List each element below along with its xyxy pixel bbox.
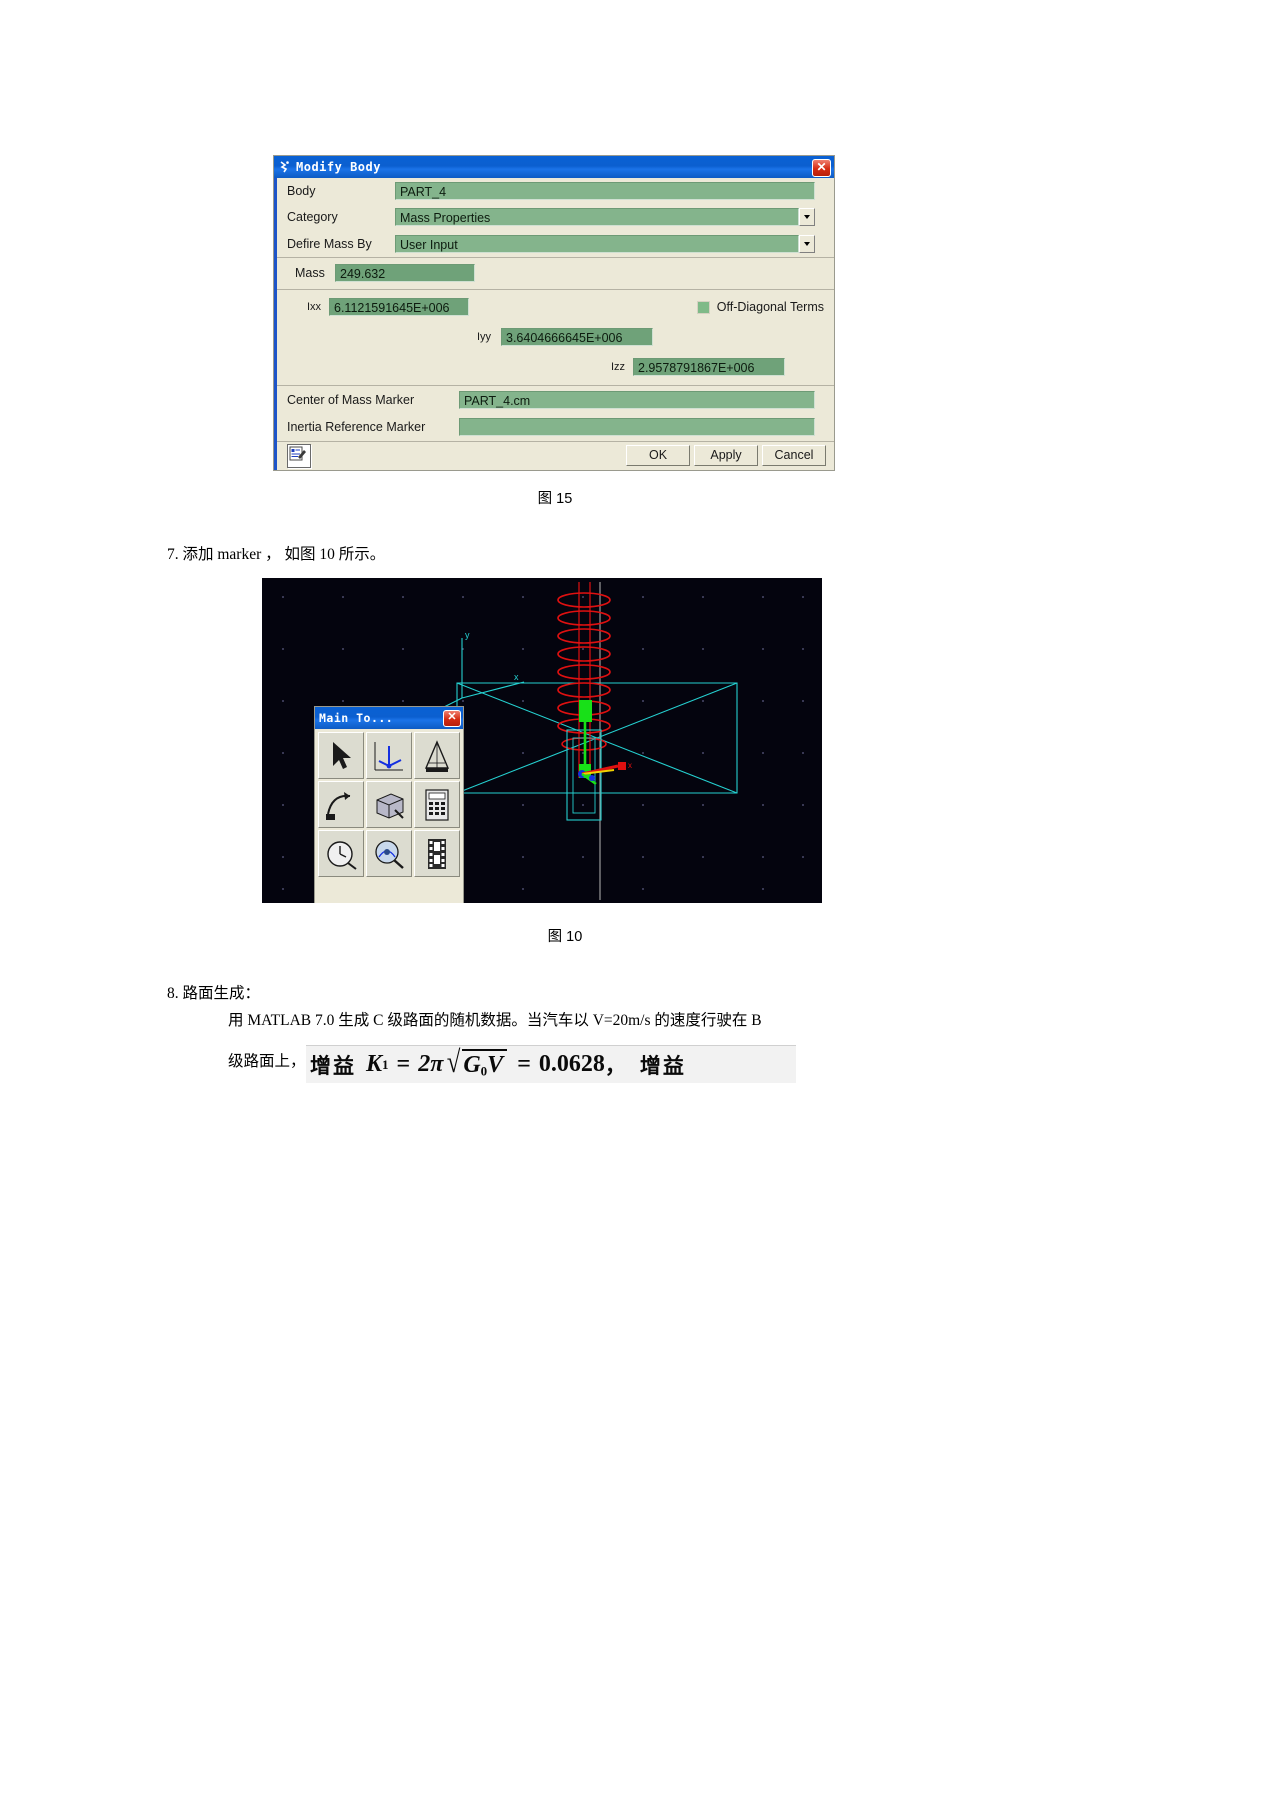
svg-text:x: x — [514, 672, 519, 682]
ok-button[interactable]: OK — [626, 445, 690, 466]
category-select-value[interactable]: Mass Properties — [395, 208, 799, 226]
main-toolbox-palette: Main To... ✕ — [314, 706, 464, 903]
modify-body-dialog-figure: Modify Body ✕ Body PART_4 Category Mass … — [273, 155, 835, 471]
ixx-input[interactable]: 6.1121591645E+006 — [329, 298, 469, 316]
figure-10-caption: 图 10 — [547, 929, 583, 945]
off-diagonal-terms-group: Off-Diagonal Terms — [696, 298, 824, 316]
inertia-reference-marker-label: Inertia Reference Marker — [287, 420, 426, 434]
formula-v-symbol: V — [487, 1052, 504, 1079]
radical-sign-icon: √ — [447, 1044, 461, 1080]
palette-close-icon[interactable]: ✕ — [443, 710, 461, 727]
divider-1 — [277, 257, 834, 258]
palette-titlebar[interactable]: Main To... ✕ — [315, 707, 463, 729]
rigid-body-box-tool[interactable] — [366, 781, 412, 828]
palette-button-grid — [315, 729, 463, 880]
iyy-label: Iyy — [477, 331, 492, 343]
off-diagonal-terms-checkbox[interactable] — [696, 300, 710, 314]
chevron-down-icon-category[interactable] — [799, 208, 815, 226]
cancel-button[interactable]: Cancel — [762, 445, 826, 466]
field-row-iyy: Iyy 3.6404666645E+006 — [277, 328, 834, 346]
body-input[interactable]: PART_4 — [395, 182, 815, 200]
svg-text:y: y — [465, 630, 470, 640]
animation-film-tool[interactable] — [414, 830, 460, 877]
palette-title: Main To... — [319, 711, 394, 725]
formula-k-symbol: K — [366, 1051, 383, 1077]
close-icon[interactable]: ✕ — [812, 159, 831, 177]
figure-15-caption: 图 15 — [537, 491, 573, 507]
adams-runner-icon — [278, 160, 292, 174]
marker-axes-tool[interactable] — [366, 732, 412, 779]
plot-review-tool[interactable] — [366, 830, 412, 877]
svg-text:x: x — [628, 761, 632, 770]
formula-two-pi: 2π — [418, 1051, 444, 1077]
adams-viewport-figure: y x x Main To... ✕ — [262, 578, 822, 903]
dialog-button-group: OK Apply Cancel — [626, 445, 826, 466]
formula-radicand: G0V — [462, 1049, 508, 1079]
izz-label: Izz — [611, 361, 626, 373]
category-label: Category — [287, 210, 338, 224]
inertia-reference-marker-input[interactable] — [459, 418, 815, 436]
field-row-define-mass-by: Defire Mass By User Input — [277, 235, 834, 253]
calculator-tool[interactable] — [414, 781, 460, 828]
izz-input[interactable]: 2.9578791867E+006 — [633, 358, 785, 376]
field-row-mass: Mass 249.632 — [277, 264, 834, 282]
divider-2 — [277, 289, 834, 290]
field-row-inertia-reference-marker: Inertia Reference Marker — [277, 418, 834, 436]
center-of-mass-marker-input[interactable]: PART_4.cm — [459, 391, 815, 409]
formula-trailing-gain: 增益 — [639, 1053, 686, 1078]
field-row-category: Category Mass Properties — [277, 208, 834, 226]
field-row-center-of-mass-marker: Center of Mass Marker PART_4.cm — [277, 391, 834, 409]
iyy-input[interactable]: 3.6404666645E+006 — [501, 328, 653, 346]
formula-k-subscript: 1 — [382, 1056, 389, 1072]
mass-label: Mass — [295, 266, 325, 280]
formula-g-symbol: G — [463, 1052, 481, 1079]
formula-gain-word: 增益 — [310, 1053, 356, 1078]
ixx-label: Ixx — [307, 301, 322, 313]
formula-comma: ， — [604, 1053, 628, 1078]
step-8-text: 8. 路面生成： — [167, 985, 261, 1002]
formula-equals: = — [396, 1051, 411, 1077]
formula-result-equals: = — [517, 1051, 531, 1077]
define-mass-by-label: Defire Mass By — [287, 237, 372, 251]
chevron-down-icon-define-mass-by[interactable] — [799, 235, 815, 253]
off-diagonal-terms-label: Off-Diagonal Terms — [716, 300, 824, 314]
modify-body-dialog: Modify Body ✕ Body PART_4 Category Mass … — [273, 155, 835, 471]
clock-simulate-tool[interactable] — [318, 830, 364, 877]
field-row-izz: Izz 2.9578791867E+006 — [277, 358, 834, 376]
mass-input[interactable]: 249.632 — [335, 264, 475, 282]
field-row-ixx: Ixx 6.1121591645E+006 Off-Diagonal Terms — [277, 298, 834, 316]
step-8-line-2-prefix: 级路面上， — [228, 1053, 306, 1070]
dialog-body: Body PART_4 Category Mass Properties Def… — [274, 178, 834, 470]
select-arrow-tool[interactable] — [318, 732, 364, 779]
divider-3 — [277, 385, 834, 386]
document-page: Modify Body ✕ Body PART_4 Category Mass … — [0, 0, 1274, 1804]
step-7-text: 7. 添加 marker ， 如图 10 所示。 — [167, 546, 386, 563]
center-of-mass-marker-label: Center of Mass Marker — [287, 393, 415, 407]
body-label: Body — [287, 184, 316, 198]
measure-tool[interactable] — [414, 732, 460, 779]
formula-square-root: √ G0V — [445, 1044, 508, 1080]
dialog-titlebar[interactable]: Modify Body ✕ — [274, 156, 834, 178]
formula-expression: 增益 K1 = 2π √ G0V = 0.0628 ， 增益 — [310, 1044, 686, 1080]
step-8-line-1: 用 MATLAB 7.0 生成 C 级路面的随机数据。当汽车以 V=20m/s … — [228, 1012, 762, 1029]
field-row-body: Body PART_4 — [277, 182, 834, 200]
dialog-footer: OK Apply Cancel — [277, 441, 834, 470]
formula-result-value: 0.0628 — [538, 1051, 605, 1077]
gain-formula: 增益 K1 = 2π √ G0V = 0.0628 ， 增益 — [306, 1045, 796, 1083]
edit-expression-icon[interactable] — [287, 443, 311, 468]
dialog-title: Modify Body — [296, 160, 381, 174]
motion-arc-tool[interactable] — [318, 781, 364, 828]
define-mass-by-select-value[interactable]: User Input — [395, 235, 799, 253]
apply-button[interactable]: Apply — [694, 445, 758, 466]
